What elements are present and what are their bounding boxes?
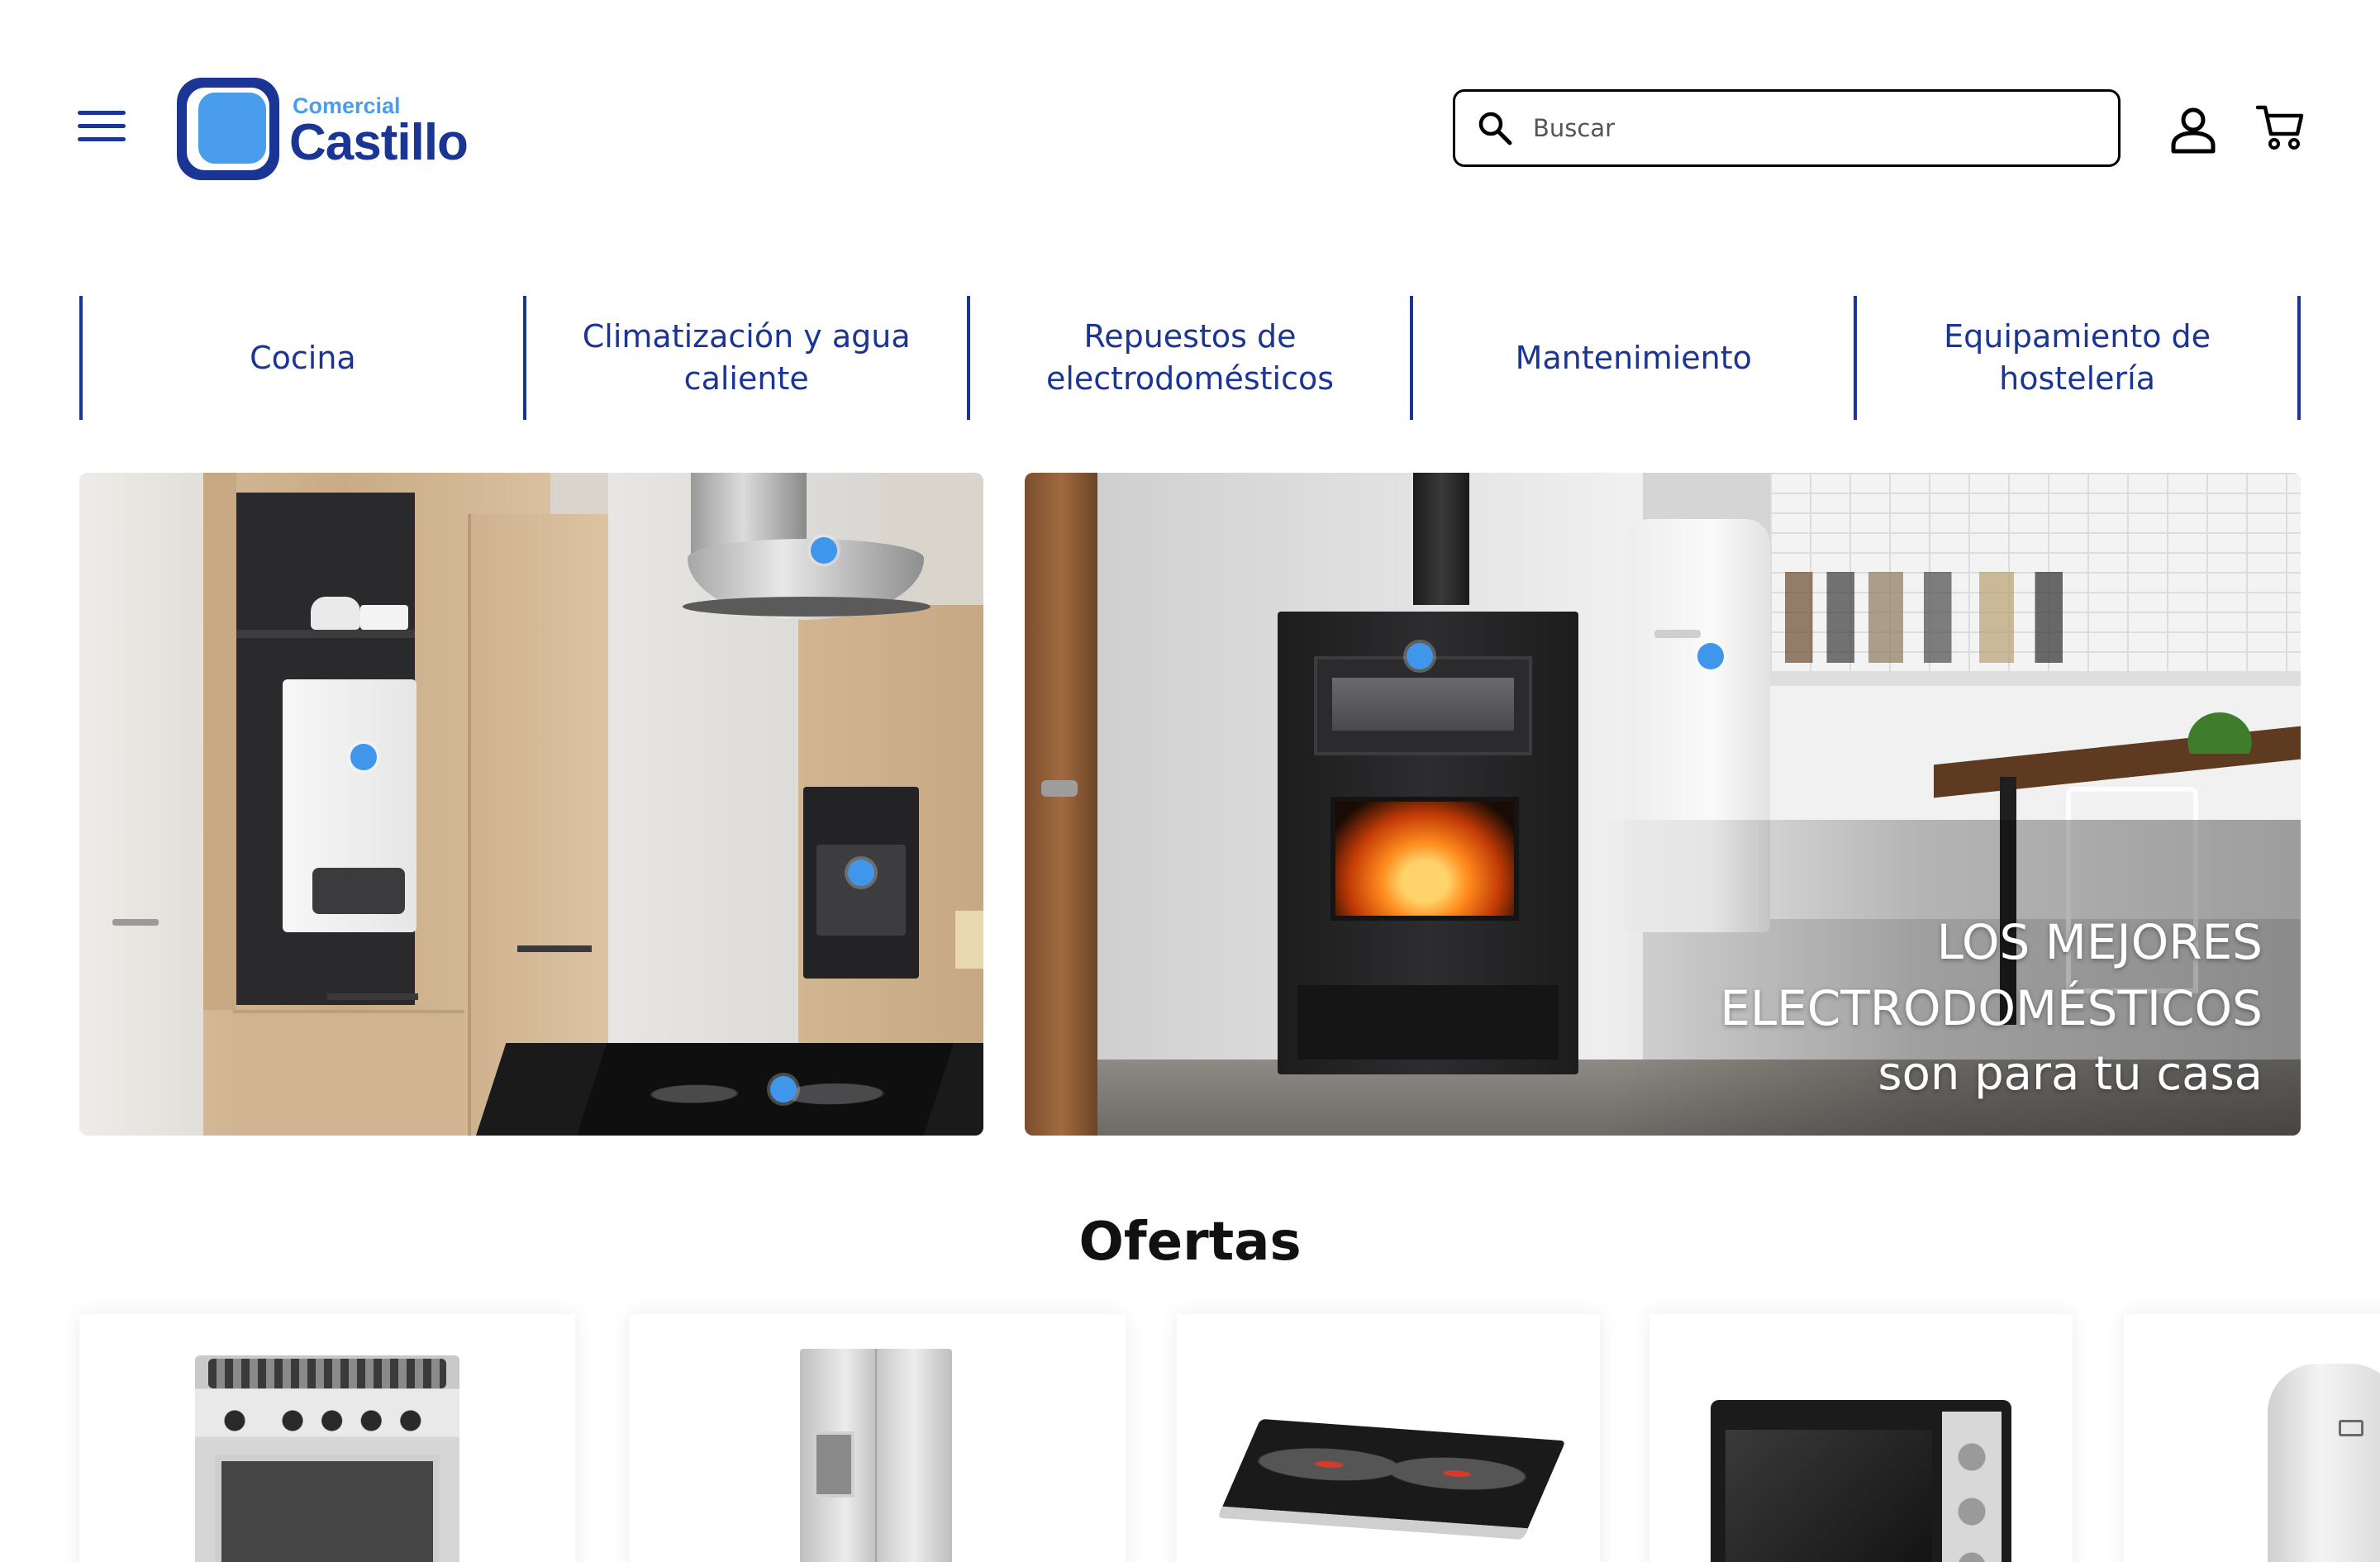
induction-hob-image: [1217, 1418, 1566, 1541]
category-label: Repuestos de electrodomésticos: [1045, 318, 1335, 397]
hero-line-1: LOS MEJORES: [1936, 914, 2263, 970]
door-handle: [1041, 780, 1078, 797]
oven-window: [816, 845, 906, 936]
category-climatizacion[interactable]: Climatización y agua caliente: [526, 296, 970, 420]
product-card-gas-range[interactable]: [79, 1314, 575, 1562]
lower-cabinet-left: [233, 1010, 464, 1136]
oven-window: [1726, 1430, 1932, 1562]
white-door: [79, 473, 203, 1136]
offers-title: Ofertas: [1078, 1212, 1302, 1273]
hero-banner[interactable]: LOS MEJORES ELECTRODOMÉSTICOS son para t…: [1025, 473, 2301, 1136]
category-label: Climatización y agua caliente: [582, 318, 911, 397]
stove-chimney-pipe: [1413, 473, 1469, 605]
category-mantenimiento[interactable]: Mantenimiento: [1413, 296, 1858, 420]
menu-line: [78, 111, 126, 115]
hamburger-menu-icon[interactable]: [78, 107, 127, 144]
stove-fire-window: [1330, 797, 1519, 921]
fridge-handle: [1654, 630, 1701, 638]
product-card-mini-oven[interactable]: [1649, 1314, 2073, 1562]
product-card-water-heater[interactable]: [2124, 1314, 2380, 1562]
logo-mark-icon: [177, 78, 279, 180]
gas-range-image: [195, 1355, 459, 1562]
hotspot-oven[interactable]: [848, 860, 874, 886]
page: Comercial Castillo Cocina Climatización …: [0, 0, 2380, 1562]
category-hosteleria[interactable]: Equipamiento de hostelería: [1857, 296, 2301, 420]
cabinet-door-open: [203, 473, 236, 1010]
category-nav: Cocina Climatización y agua caliente Rep…: [79, 296, 2301, 420]
search-input[interactable]: [1533, 114, 2095, 142]
water-dispenser: [813, 1431, 854, 1498]
product-card-induction-hob[interactable]: [1177, 1314, 1600, 1562]
mini-oven-image: [1711, 1400, 2011, 1562]
search-icon[interactable]: [1477, 110, 1513, 146]
user-account-icon[interactable]: [2170, 106, 2216, 154]
hero-line-2: ELECTRODOMÉSTICOS: [1720, 980, 2263, 1036]
hotspot-fridge[interactable]: [1697, 643, 1724, 669]
induction-hob: [576, 1043, 954, 1136]
category-cocina[interactable]: Cocina: [83, 296, 526, 420]
kitchen-banner[interactable]: [79, 473, 983, 1136]
search-bar: [1453, 89, 2121, 167]
category-label: Cocina: [250, 339, 356, 376]
menu-line: [78, 137, 126, 141]
hero-text: LOS MEJORES ELECTRODOMÉSTICOS son para t…: [1720, 909, 2263, 1107]
control-panel: [1942, 1412, 2002, 1562]
menu-line: [78, 124, 126, 128]
door-handle: [112, 919, 159, 926]
logo-big-text: Castillo: [289, 113, 469, 171]
category-label: Mantenimiento: [1515, 339, 1752, 376]
category-repuestos[interactable]: Repuestos de electrodomésticos: [970, 296, 1414, 420]
product-card-refrigerator[interactable]: [630, 1314, 1126, 1562]
cabinet-handle: [517, 945, 592, 952]
wood-door-frame: [1025, 473, 1097, 1136]
burner-grate: [208, 1359, 446, 1388]
cereal-box: [955, 911, 983, 969]
water-heater-image: [2268, 1364, 2380, 1562]
category-label: Equipamiento de hostelería: [1944, 318, 2211, 397]
logo-text: Comercial Castillo: [289, 90, 469, 171]
plant: [2170, 696, 2269, 754]
hero-line-3: son para tu casa: [1878, 1047, 2263, 1101]
stove-ash-drawer: [1297, 985, 1559, 1060]
stove-oven-window: [1332, 678, 1514, 731]
hotspot-stove[interactable]: [1407, 643, 1433, 669]
oven-door-glass: [215, 1455, 440, 1562]
cabinet-handle: [327, 993, 418, 1000]
boiler-panel: [312, 868, 405, 914]
kitchen-shelf-items: [1785, 572, 2132, 663]
logo[interactable]: Comercial Castillo: [177, 78, 491, 180]
refrigerator-image: [800, 1349, 952, 1562]
kettle: [311, 597, 360, 630]
bowls: [360, 605, 408, 630]
heater-gauge: [2339, 1420, 2363, 1436]
knobs: [212, 1407, 443, 1435]
hotspot-hood[interactable]: [811, 537, 837, 564]
cabinet-shelf: [233, 630, 415, 638]
hotspot-hob[interactable]: [770, 1076, 797, 1102]
hotspot-boiler[interactable]: [350, 744, 377, 770]
shopping-cart-icon[interactable]: [2256, 102, 2306, 152]
hood-base: [683, 597, 931, 617]
